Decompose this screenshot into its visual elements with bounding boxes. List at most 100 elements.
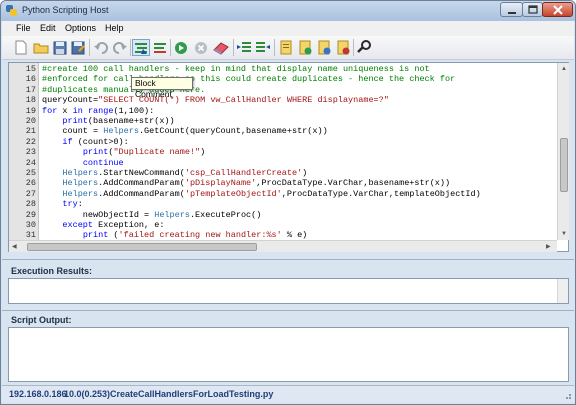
vertical-scrollbar[interactable]: ▲ ▼	[557, 63, 569, 240]
status-bar: 192.168.0.186 10.0(0.253) CreateCallHand…	[2, 385, 574, 402]
line-number: 29	[25, 209, 36, 220]
script-remove-button[interactable]	[335, 39, 351, 56]
script-button[interactable]	[278, 39, 294, 56]
toolbar-separator	[353, 39, 354, 56]
run-icon	[175, 42, 187, 54]
splitter[interactable]	[2, 310, 574, 311]
line-number: 15	[25, 64, 36, 74]
script-add-button[interactable]	[297, 39, 313, 56]
toolbar	[2, 36, 574, 60]
line-number: 17	[25, 84, 36, 95]
new-file-icon	[15, 40, 27, 55]
eraser-icon	[213, 42, 229, 55]
menu-file[interactable]: File	[16, 23, 31, 33]
code-line[interactable]: if (count>0):	[42, 137, 128, 147]
code-line[interactable]: continue	[42, 158, 124, 168]
code-line[interactable]: Helpers.StartNewCommand('csp_CallHandler…	[42, 168, 307, 178]
redo-button[interactable]	[112, 39, 128, 56]
connect-button[interactable]	[356, 39, 372, 56]
scroll-down-icon[interactable]: ▼	[561, 229, 567, 239]
block-uncomment-icon	[154, 43, 166, 53]
open-button[interactable]	[33, 39, 49, 56]
scroll-left-icon[interactable]: ◀	[12, 242, 17, 252]
scroll-right-icon[interactable]: ▶	[546, 242, 551, 252]
script-run-button[interactable]	[316, 39, 332, 56]
close-button[interactable]	[542, 2, 573, 17]
execution-results-box[interactable]	[8, 278, 569, 304]
menu-options[interactable]: Options	[65, 23, 96, 33]
code-line[interactable]: #enforced for call handlers so this coul…	[42, 74, 455, 84]
indent-icon	[237, 42, 251, 52]
window-title: Python Scripting Host	[22, 5, 109, 15]
code-line[interactable]: newObjectId = Helpers.ExecuteProc()	[42, 210, 262, 220]
line-number: 22	[25, 136, 36, 147]
code-line[interactable]: print(basename+str(x))	[42, 116, 174, 126]
line-number: 30	[25, 220, 36, 230]
toolbar-separator	[89, 39, 90, 56]
scroll-up-icon[interactable]: ▲	[561, 64, 567, 74]
line-number-gutter: 15 16 17 18 19 20 21 22 23 24 25 26 27 28 29 30 31	[9, 63, 39, 240]
status-server: 192.168.0.186	[9, 389, 67, 399]
save-as-button[interactable]	[70, 39, 86, 56]
vertical-scroll-thumb[interactable]	[560, 138, 568, 192]
outdent-button[interactable]	[255, 39, 271, 56]
horizontal-scroll-thumb[interactable]	[27, 243, 257, 251]
code-line[interactable]: queryCount="SELECT COUNT(*) FROM vw_Call…	[42, 95, 389, 105]
undo-button[interactable]	[93, 39, 109, 56]
menu-help[interactable]: Help	[105, 23, 124, 33]
minimize-button[interactable]	[500, 2, 523, 17]
save-as-icon	[71, 41, 85, 55]
app-window: Python Scripting Host File Edit Options …	[0, 0, 576, 405]
line-number: 16	[25, 74, 36, 85]
code-line[interactable]: print("Duplicate name!")	[42, 147, 205, 157]
code-line[interactable]: Helpers.AddCommandParam('pDisplayName',P…	[42, 178, 450, 188]
resize-grip-icon[interactable]	[563, 391, 572, 400]
code-line[interactable]: print ('failed creating new handler:%s' …	[42, 230, 307, 240]
execution-results-label: Execution Results:	[11, 266, 93, 276]
splitter[interactable]	[2, 259, 574, 260]
indent-button[interactable]	[236, 39, 252, 56]
block-uncomment-button[interactable]	[152, 39, 168, 56]
script-output-box[interactable]	[8, 327, 569, 382]
toolbar-separator	[233, 39, 234, 56]
script-icon	[280, 40, 292, 55]
new-file-button[interactable]	[13, 39, 29, 56]
clear-button[interactable]	[212, 39, 231, 56]
line-number: 19	[25, 105, 36, 116]
stop-button[interactable]	[193, 39, 209, 56]
block-comment-button[interactable]	[132, 39, 150, 56]
redo-icon	[113, 42, 127, 54]
toolbar-separator	[170, 39, 171, 56]
line-number: 20	[25, 116, 36, 126]
python-app-icon	[6, 5, 17, 16]
line-number: 25	[25, 168, 36, 178]
status-version: 10.0(0.253)	[64, 389, 111, 399]
minimize-icon	[508, 12, 516, 14]
maximize-button[interactable]	[522, 2, 543, 17]
code-area[interactable]: #create 100 call handlers - keep in mind…	[40, 63, 556, 240]
script-output-label: Script Output:	[11, 315, 72, 325]
line-number: 31	[25, 230, 36, 241]
script-run-icon	[318, 40, 331, 55]
block-comment-icon	[135, 43, 147, 54]
close-icon	[553, 5, 563, 15]
menu-edit[interactable]: Edit	[40, 23, 56, 33]
code-line[interactable]: except Exception, e:	[42, 220, 164, 230]
line-number: 23	[25, 147, 36, 158]
execution-results-scrollbar[interactable]	[557, 279, 568, 303]
line-number: 18	[25, 95, 36, 106]
code-editor[interactable]: 15 16 17 18 19 20 21 22 23 24 25 26 27 28 29 30 31 #crea…	[8, 62, 569, 252]
code-line[interactable]: #create 100 call handlers - keep in mind…	[42, 64, 430, 74]
run-button[interactable]	[173, 39, 189, 56]
code-line[interactable]: Helpers.AddCommandParam('pTemplateObject…	[42, 189, 480, 199]
code-line[interactable]: count = Helpers.GetCount(queryCount,base…	[42, 126, 327, 136]
toolbar-separator	[274, 39, 275, 56]
horizontal-scrollbar[interactable]: ◀ ▶	[9, 240, 557, 252]
line-number: 21	[25, 126, 36, 137]
line-number: 26	[25, 178, 36, 189]
save-icon	[53, 41, 67, 55]
code-line[interactable]: for x in range(1,100):	[42, 106, 154, 116]
connect-icon	[357, 40, 371, 53]
save-button[interactable]	[52, 39, 68, 56]
code-line[interactable]: try:	[42, 199, 82, 209]
